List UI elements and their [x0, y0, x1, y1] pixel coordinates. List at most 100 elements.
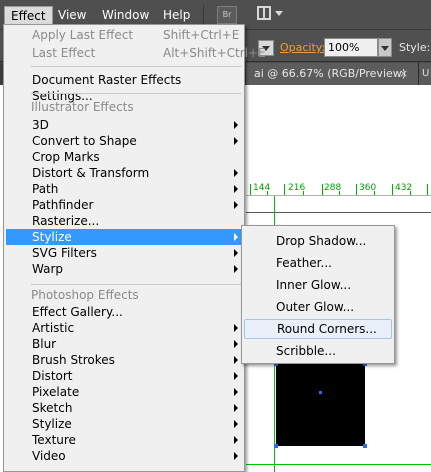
menu-item-ps-sketch[interactable]: Sketch	[9, 400, 243, 416]
submenu-arrow-icon	[234, 249, 238, 257]
menu-item-label: Crop Marks	[32, 150, 100, 164]
opacity-input[interactable]: 100%	[324, 38, 378, 57]
menu-item-label: Brush Strokes	[32, 353, 115, 367]
menu-item-label: Stylize	[32, 230, 72, 244]
submenu-arrow-icon	[234, 185, 238, 193]
menu-item-last-effect[interactable]: Last Effect Alt+Shift+Ctrl+E	[9, 45, 266, 61]
submenu-item-outer-glow[interactable]: Outer Glow...	[244, 297, 392, 317]
menu-item-ps-distort[interactable]: Distort	[9, 368, 243, 384]
menu-item-label: SVG Filters	[32, 246, 97, 260]
chevron-down-icon[interactable]	[275, 11, 283, 16]
ruler-tick	[392, 184, 393, 195]
menu-item-apply-last-effect[interactable]: Apply Last Effect Shift+Ctrl+E	[9, 27, 243, 43]
submenu-arrow-icon	[234, 372, 238, 380]
submenu-arrow-icon	[234, 121, 238, 129]
menu-item-ps-brush-strokes[interactable]: Brush Strokes	[9, 352, 243, 368]
menu-separator	[31, 66, 241, 67]
opacity-label[interactable]: Opacity:	[280, 41, 325, 54]
ruler-label: 360	[359, 183, 377, 193]
ruler-tick	[250, 184, 251, 195]
ruler-label: 144	[253, 183, 271, 193]
menu-item-distort-and-transform[interactable]: Distort & Transform	[9, 165, 243, 181]
submenu-arrow-icon	[234, 233, 238, 241]
menu-item-document-raster-effects[interactable]: Document Raster Effects Settings...	[9, 72, 243, 103]
ruler-tick	[427, 184, 428, 195]
anchor-point[interactable]	[274, 444, 278, 448]
menu-view[interactable]: View	[52, 6, 92, 24]
menu-item-svg-filters[interactable]: SVG Filters	[9, 245, 243, 261]
menu-window[interactable]: Window	[96, 6, 155, 24]
menu-item-label: Rasterize...	[32, 214, 100, 228]
submenu-arrow-icon	[234, 452, 238, 460]
ruler-label: 432	[395, 183, 413, 193]
anchor-point[interactable]	[363, 444, 367, 448]
style-label: Style:	[399, 41, 431, 54]
menu-item-path[interactable]: Path	[9, 181, 243, 197]
menu-item-warp[interactable]: Warp	[9, 261, 243, 277]
menu-item-ps-video[interactable]: Video	[9, 448, 243, 464]
menu-item-label: Stylize	[32, 417, 72, 431]
menu-item-label: Pixelate	[32, 385, 80, 399]
center-point	[319, 391, 322, 394]
menu-item-rasterize[interactable]: Rasterize...	[9, 213, 243, 229]
menu-item-ps-texture[interactable]: Texture	[9, 432, 243, 448]
opacity-dropdown-button[interactable]	[378, 38, 392, 57]
horizontal-guide[interactable]	[246, 464, 431, 465]
menu-item-label: Warp	[32, 262, 64, 276]
menu-item-ps-pixelate[interactable]: Pixelate	[9, 384, 243, 400]
close-tab-icon[interactable]: ×	[399, 67, 408, 80]
submenu-arrow-icon	[234, 420, 238, 428]
submenu-arrow-icon	[234, 404, 238, 412]
menu-item-crop-marks[interactable]: Crop Marks	[9, 149, 243, 165]
submenu-arrow-icon	[234, 388, 238, 396]
section-header-illustrator-effects: Illustrator Effects	[31, 100, 134, 114]
menu-item-label: 3D	[32, 118, 49, 132]
menu-item-label: Path	[32, 182, 59, 196]
submenu-arrow-icon	[234, 169, 238, 177]
menu-item-label: Last Effect	[32, 46, 96, 60]
document-tab-next[interactable]: U	[418, 63, 431, 85]
ruler-tick	[356, 184, 357, 195]
document-tab[interactable]: ai @ 66.67% (RGB/Preview)	[246, 63, 418, 85]
menu-separator	[31, 284, 241, 285]
menu-item-label: Distort	[32, 369, 73, 383]
menu-item-label: Convert to Shape	[32, 134, 137, 148]
menu-item-label: Texture	[32, 433, 76, 447]
submenu-arrow-icon	[234, 201, 238, 209]
menu-item-label: Video	[32, 449, 66, 463]
submenu-item-drop-shadow[interactable]: Drop Shadow...	[244, 231, 392, 251]
ruler-tick	[322, 184, 323, 195]
menu-effect[interactable]: Effect	[4, 6, 53, 26]
menu-item-pathfinder[interactable]: Pathfinder	[9, 197, 243, 213]
ruler-tick	[284, 184, 285, 195]
menu-item-label: Pathfinder	[32, 198, 94, 212]
menu-item-stylize[interactable]: Stylize	[6, 229, 243, 245]
menu-item-ps-stylize[interactable]: Stylize	[9, 416, 243, 432]
menu-item-label: Blur	[32, 337, 57, 351]
menu-item-label: Effect Gallery...	[32, 305, 123, 319]
menu-item-ps-blur[interactable]: Blur	[9, 336, 243, 352]
submenu-item-scribble[interactable]: Scribble...	[244, 341, 392, 361]
menu-item-convert-to-shape[interactable]: Convert to Shape	[9, 133, 243, 149]
submenu-arrow-icon	[234, 265, 238, 273]
menu-help[interactable]: Help	[157, 6, 196, 24]
stylize-submenu: Drop Shadow... Feather... Inner Glow... Out…	[241, 225, 395, 364]
submenu-item-inner-glow[interactable]: Inner Glow...	[244, 275, 392, 295]
arrange-documents-icon[interactable]	[257, 5, 275, 23]
menubar-divider	[203, 5, 204, 25]
menu-item-label: Sketch	[32, 401, 73, 415]
bridge-button[interactable]: Br	[217, 6, 237, 24]
submenu-item-feather[interactable]: Feather...	[244, 253, 392, 273]
menu-item-ps-effect-gallery[interactable]: Effect Gallery...	[9, 304, 243, 320]
selected-rectangle[interactable]	[276, 364, 365, 446]
menu-item-3d[interactable]: 3D	[9, 117, 243, 133]
menu-item-ps-artistic[interactable]: Artistic	[9, 320, 243, 336]
submenu-item-round-corners[interactable]: Round Corners...	[244, 319, 392, 339]
menu-item-label: Distort & Transform	[32, 166, 150, 180]
menu-item-label: Apply Last Effect	[32, 28, 134, 42]
submenu-arrow-icon	[234, 324, 238, 332]
section-header-photoshop-effects: Photoshop Effects	[31, 288, 139, 302]
submenu-arrow-icon	[234, 137, 238, 145]
submenu-arrow-icon	[234, 436, 238, 444]
shortcut-label: Alt+Shift+Ctrl+E	[163, 46, 266, 60]
